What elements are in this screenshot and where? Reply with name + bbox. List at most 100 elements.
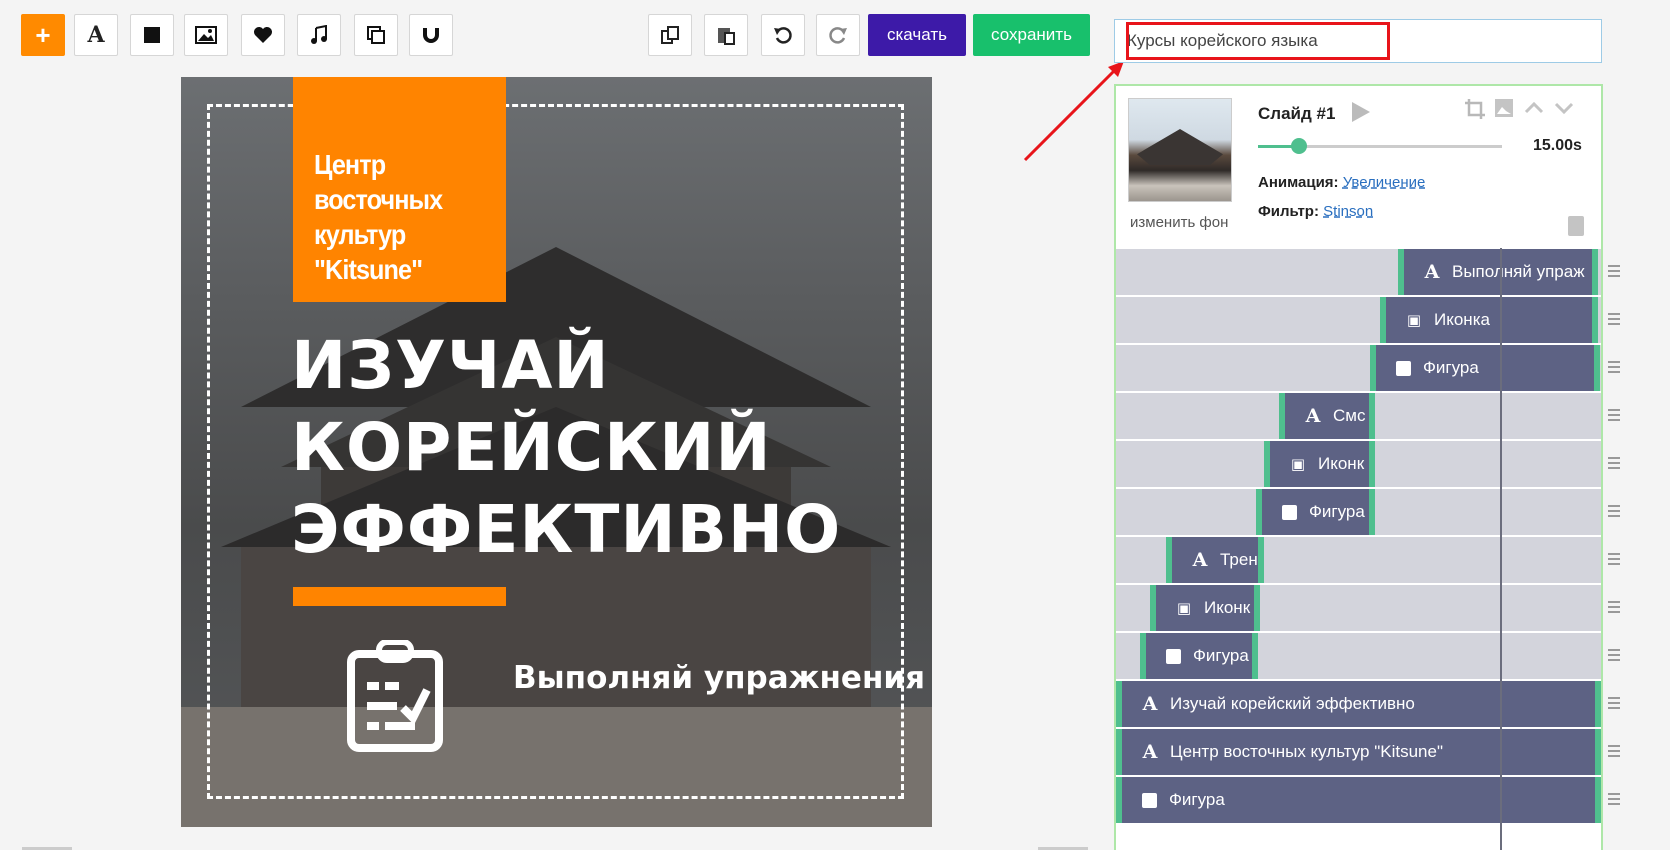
duration-slider[interactable] [1258, 138, 1502, 154]
duration-slider-knob[interactable] [1291, 138, 1308, 154]
duplicate-icon [367, 26, 385, 44]
clipboard-icon[interactable] [347, 640, 443, 752]
plus-icon: + [35, 19, 51, 50]
slide-panel: изменить фон Слайд #1 15.00s Анимация: У… [1114, 84, 1603, 850]
drag-handle-icon[interactable] [1608, 361, 1620, 373]
shape-icon [1282, 504, 1297, 520]
shape-icon [1142, 792, 1157, 808]
copy-button[interactable] [648, 14, 692, 56]
text-layer-icon: A [1142, 741, 1158, 763]
layer-row[interactable]: ▣ Иконк [1116, 585, 1601, 633]
magnet-icon [423, 28, 439, 43]
drag-handle-icon[interactable] [1608, 409, 1620, 421]
drag-handle-icon[interactable] [1608, 601, 1620, 613]
undo-button[interactable] [761, 14, 805, 56]
redo-icon [829, 27, 847, 44]
copy-slide-icon[interactable] [1568, 216, 1584, 236]
layer-bar[interactable]: ▣ Иконка [1380, 297, 1598, 343]
drag-handle-icon[interactable] [1608, 745, 1620, 757]
layer-row[interactable]: Фигура [1116, 489, 1601, 537]
image-icon [195, 26, 217, 44]
duplicate-button[interactable] [354, 14, 398, 56]
slide-header: изменить фон Слайд #1 15.00s Анимация: У… [1116, 86, 1601, 249]
layer-row[interactable]: A Смс [1116, 393, 1601, 441]
layer-row[interactable]: Фигура [1116, 633, 1601, 681]
save-button[interactable]: сохранить [973, 14, 1090, 56]
slide-thumbnail[interactable] [1128, 98, 1232, 202]
square-icon [144, 27, 160, 43]
music-icon [311, 25, 327, 44]
headline-text[interactable]: ИЗУЧАЙ КОРЕЙСКИЙ ЭФФЕКТИВНО [291, 325, 891, 571]
shape-icon [1166, 648, 1181, 664]
layer-row[interactable]: ▣ Иконка [1116, 297, 1601, 345]
layer-row[interactable]: A Центр восточных культур "Kitsune" [1116, 729, 1601, 777]
download-button[interactable]: скачать [868, 14, 966, 56]
layer-label: Иконк [1204, 598, 1251, 617]
crop-icon[interactable] [1464, 98, 1486, 120]
layer-bar[interactable]: Фигура [1370, 345, 1600, 391]
add-text-button[interactable]: A [74, 14, 118, 56]
add-image-button[interactable] [184, 14, 228, 56]
layer-row[interactable]: A Выполняй упраж [1116, 249, 1601, 297]
layer-row[interactable]: A Трен [1116, 537, 1601, 585]
filter-link[interactable]: Stinson [1323, 203, 1373, 220]
snap-button[interactable] [409, 14, 453, 56]
layer-row[interactable]: ▣ Иконк [1116, 441, 1601, 489]
layer-bar[interactable]: ▣ Иконк [1150, 585, 1260, 631]
layer-bar[interactable]: A Выполняй упраж [1398, 249, 1598, 295]
layer-bar[interactable]: A Трен [1166, 537, 1264, 583]
layer-bar[interactable]: A Смс [1279, 393, 1375, 439]
drag-handle-icon[interactable] [1608, 697, 1620, 709]
slide-title: Слайд #1 [1258, 104, 1336, 123]
layer-row[interactable]: Фигура [1116, 777, 1601, 825]
redo-button[interactable] [816, 14, 860, 56]
drag-handle-icon[interactable] [1608, 265, 1620, 277]
icon-layer-icon: ▣ [1290, 455, 1306, 473]
drag-handle-icon[interactable] [1608, 553, 1620, 565]
layer-label: Изучай корейский эффективно [1170, 694, 1415, 713]
layer-bar[interactable]: A Изучай корейский эффективно [1116, 681, 1601, 727]
layer-row[interactable]: A Изучай корейский эффективно [1116, 681, 1601, 729]
layer-row[interactable]: Фигура [1116, 345, 1601, 393]
badge-shape[interactable]: Центр восточных культур "Kitsune" [293, 77, 506, 302]
paste-button[interactable] [704, 14, 748, 56]
filter-label: Фильтр: [1258, 203, 1319, 220]
text-icon: A [87, 22, 105, 48]
drag-handle-icon[interactable] [1608, 457, 1620, 469]
layer-bar[interactable]: A Центр восточных культур "Kitsune" [1116, 729, 1601, 775]
duration-value: 15.00s [1533, 137, 1582, 154]
chevron-down-icon[interactable] [1554, 98, 1574, 118]
layer-label: Смс [1333, 406, 1366, 425]
add-element-button[interactable]: + [21, 14, 65, 56]
layer-bar[interactable]: ▣ Иконк [1264, 441, 1375, 487]
text-layer-icon: A [1142, 693, 1158, 715]
change-background-link[interactable]: изменить фон [1130, 214, 1228, 231]
background-image-icon[interactable] [1494, 98, 1514, 118]
layer-label: Центр восточных культур "Kitsune" [1170, 742, 1443, 761]
add-icon-button[interactable] [241, 14, 285, 56]
play-icon[interactable] [1352, 102, 1370, 122]
layer-bar[interactable]: Фигура [1116, 777, 1601, 823]
paste-icon [718, 28, 735, 45]
animation-link[interactable]: Увеличение [1343, 174, 1426, 191]
layer-bar[interactable]: Фигура [1140, 633, 1258, 679]
animation-row: Анимация: Увеличение [1258, 174, 1425, 191]
icon-layer-icon: ▣ [1406, 311, 1422, 329]
layer-label: Иконка [1434, 310, 1490, 329]
accent-bar[interactable] [293, 587, 506, 606]
layer-bar[interactable]: Фигура [1256, 489, 1375, 535]
chevron-up-icon[interactable] [1524, 98, 1544, 118]
drag-handle-icon[interactable] [1608, 505, 1620, 517]
badge-text[interactable]: Центр восточных культур "Kitsune" [314, 147, 476, 287]
shape-icon [1396, 360, 1411, 376]
add-shape-button[interactable] [130, 14, 174, 56]
drag-handle-icon[interactable] [1608, 793, 1620, 805]
timeline-playhead[interactable] [1500, 248, 1502, 850]
drag-handle-icon[interactable] [1608, 649, 1620, 661]
annotation-highlight [1126, 22, 1390, 60]
icon-layer-icon: ▣ [1176, 599, 1192, 617]
drag-handle-icon[interactable] [1608, 313, 1620, 325]
add-music-button[interactable] [297, 14, 341, 56]
caption-text[interactable]: Выполняй упражнения [513, 659, 925, 698]
design-canvas[interactable]: Центр восточных культур "Kitsune" ИЗУЧАЙ… [181, 77, 932, 827]
